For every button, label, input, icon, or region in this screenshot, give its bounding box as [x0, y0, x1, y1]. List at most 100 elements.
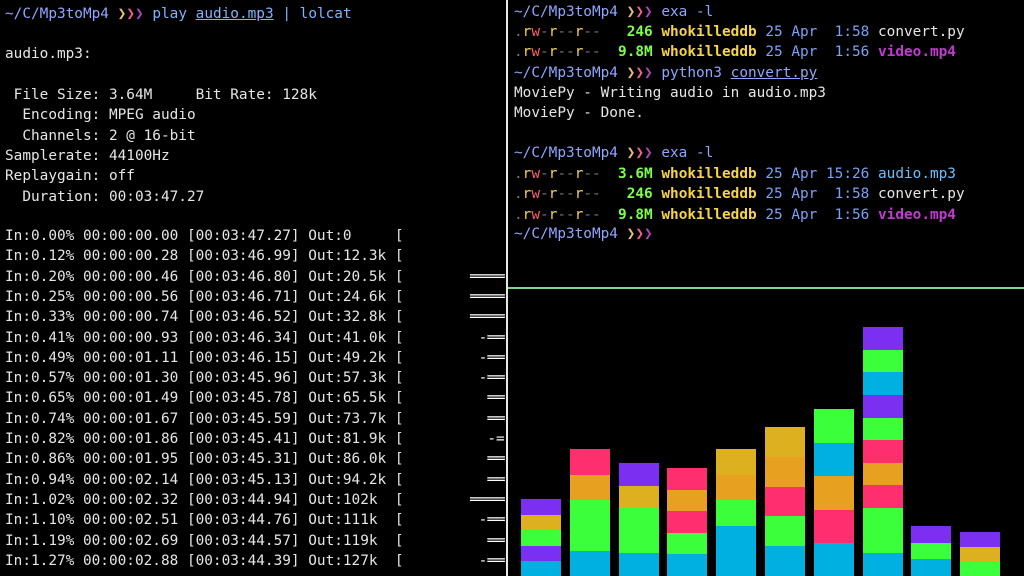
prompt-arrows: ❯❯❯	[626, 4, 653, 20]
spectrum-bar-segment	[813, 442, 854, 477]
spectrum-bar-segment	[960, 532, 1001, 548]
progress-line: In:0.20% 00:00:00.46 [00:03:46.80] Out:2…	[5, 268, 404, 285]
spectrum-bar-segment	[521, 560, 561, 576]
spectrum-bar-segment	[716, 550, 757, 576]
progress-line: In:0.65% 00:00:01.49 [00:03:45.78] Out:6…	[5, 390, 404, 407]
waveform-meter: ════	[470, 309, 505, 326]
spectrum-bar-segment	[765, 546, 805, 576]
file-size: 246	[618, 24, 653, 40]
spectrum-bar-segment	[765, 516, 805, 547]
waveform-meter: ══	[470, 410, 505, 427]
progress-line: In:1.27% 00:00:02.88 [00:03:44.39] Out:1…	[5, 552, 404, 569]
file-permissions: .rw-r--r--	[514, 24, 601, 40]
spectrum-bar-segment	[862, 530, 903, 554]
spectrum-bar-segment	[569, 499, 610, 526]
file-entry: .rw-r--r-- 9.8M whokilleddb 25 Apr 1:56 …	[514, 42, 956, 62]
moviepy-output-2: MoviePy - Done.	[514, 105, 644, 121]
waveform-meter: -══	[470, 370, 505, 387]
file-permissions: .rw-r--r--	[514, 166, 601, 182]
command-exa: exa -l	[661, 145, 714, 161]
command-python: python3	[661, 65, 722, 81]
prompt-path: ~/C/Mp3toMp4	[514, 226, 618, 242]
spectrum-bar-segment	[618, 507, 659, 531]
spectrum-bar-segment	[618, 485, 659, 509]
audio-info-line: Samplerate: 44100Hz	[5, 147, 170, 164]
waveform-meter: ════	[470, 268, 505, 285]
audio-info-line: Encoding: MPEG audio	[5, 107, 196, 124]
audio-visualizer-pane[interactable]	[509, 289, 1024, 576]
spectrum-bar-segment	[667, 532, 708, 555]
file-entry: .rw-r--r-- 246 whokilleddb 25 Apr 1:58 c…	[514, 184, 965, 204]
spectrum-bar-segment	[813, 475, 854, 510]
spectrum-bar-segment	[862, 462, 903, 486]
spectrum-bar-segment	[569, 449, 610, 476]
file-name: convert.py	[878, 186, 965, 203]
spectrum-bar-segment	[667, 510, 708, 533]
progress-line: In:0.82% 00:00:01.86 [00:03:45.41] Out:8…	[5, 431, 404, 447]
left-terminal-pane[interactable]: ~/C/Mp3toMp4 ❯❯❯ play audio.mp3 | lolcat…	[0, 0, 506, 576]
file-entry: .rw-r--r-- 9.8M whokilleddb 25 Apr 1:56 …	[514, 205, 956, 225]
file-owner: whokilleddb	[661, 166, 757, 182]
spectrum-bar-segment	[862, 507, 903, 531]
waveform-meter: ══	[470, 471, 505, 488]
spectrum-bar-segment	[862, 371, 903, 395]
prompt-path: ~/C/Mp3toMp4	[514, 145, 618, 161]
spectrum-bar-segment	[862, 485, 903, 509]
progress-line: In:0.41% 00:00:00.93 [00:03:46.34] Out:4…	[5, 329, 404, 346]
progress-line: In:0.57% 00:00:01.30 [00:03:45.96] Out:5…	[5, 370, 404, 387]
waveform-meter: ════	[470, 491, 505, 508]
spectrum-bar-segment	[618, 553, 659, 576]
right-terminal-pane[interactable]: ~/C/Mp3toMp4 ❯❯❯ exa -l .rw-r--r-- 246 w…	[509, 0, 1024, 287]
waveform-meter: -=	[470, 431, 505, 447]
spectrum-bar-segment	[667, 489, 708, 512]
spectrum-bar	[618, 462, 659, 576]
progress-line: In:1.19% 00:00:02.69 [00:03:44.57] Out:1…	[5, 532, 404, 549]
file-entry: .rw-r--r-- 246 whokilleddb 25 Apr 1:58 c…	[514, 22, 965, 42]
spectrum-bar	[765, 426, 805, 576]
spectrum-bar	[667, 467, 708, 576]
file-owner: whokilleddb	[661, 206, 757, 223]
spectrum-bar	[521, 499, 561, 576]
file-date: 25 Apr 1:58	[765, 24, 870, 40]
prompt-arrows: ❯❯❯	[626, 145, 653, 161]
file-date: 25 Apr 15:26	[765, 166, 870, 182]
spectrum-bar-segment	[862, 349, 903, 373]
spectrum-bar	[813, 409, 854, 576]
waveform-meter: -══	[470, 349, 505, 366]
prompt-path: ~/C/Mp3toMp4	[5, 6, 109, 22]
prompt-line-3: ~/C/Mp3toMp4 ❯❯❯ exa -l	[514, 143, 713, 163]
file-size: 9.8M	[618, 206, 653, 223]
spectrum-bar-segment	[716, 449, 757, 476]
spectrum-bar-segment	[862, 326, 903, 350]
spectrum-bar-segment	[862, 417, 903, 441]
prompt-arrows: ❯❯❯	[626, 226, 653, 242]
file-name: audio.mp3	[878, 166, 956, 182]
file-name: video.mp4	[878, 44, 956, 61]
progress-line: In:0.86% 00:00:01.95 [00:03:45.31] Out:8…	[5, 451, 404, 468]
output-filename: audio.mp3:	[5, 46, 92, 62]
spectrum-bar	[569, 449, 610, 576]
waveform-meter: -══	[470, 512, 505, 529]
file-name: video.mp4	[878, 206, 956, 223]
prompt-line-2: ~/C/Mp3toMp4 ❯❯❯ python3 convert.py	[514, 63, 817, 83]
spectrum-bar	[862, 326, 903, 576]
progress-line: In:1.10% 00:00:02.51 [00:03:44.76] Out:1…	[5, 512, 404, 529]
waveform-meter: ══	[470, 451, 505, 468]
file-permissions: .rw-r--r--	[514, 206, 601, 223]
audio-info-line: Channels: 2 @ 16-bit	[5, 127, 196, 144]
file-size: 246	[618, 186, 653, 203]
spectrum-bar-segment	[862, 439, 903, 463]
progress-line: In:0.25% 00:00:00.56 [00:03:46.71] Out:2…	[5, 288, 404, 305]
spectrum-bar-segment	[569, 524, 610, 551]
prompt-line: ~/C/Mp3toMp4 ❯❯❯ play audio.mp3 | lolcat	[5, 4, 352, 24]
spectrum-bar-segment	[716, 499, 757, 526]
spectrum-bar-segment	[521, 499, 561, 516]
spectrum-bar-segment	[765, 456, 805, 487]
file-owner: whokilleddb	[661, 24, 757, 40]
file-permissions: .rw-r--r--	[514, 44, 601, 61]
spectrum-bar-segment	[521, 544, 561, 561]
prompt-path: ~/C/Mp3toMp4	[514, 65, 618, 81]
spectrum-bar-segment	[716, 474, 757, 501]
spectrum-bar-segment	[618, 462, 659, 486]
progress-line: In:0.33% 00:00:00.74 [00:03:46.52] Out:3…	[5, 309, 404, 326]
